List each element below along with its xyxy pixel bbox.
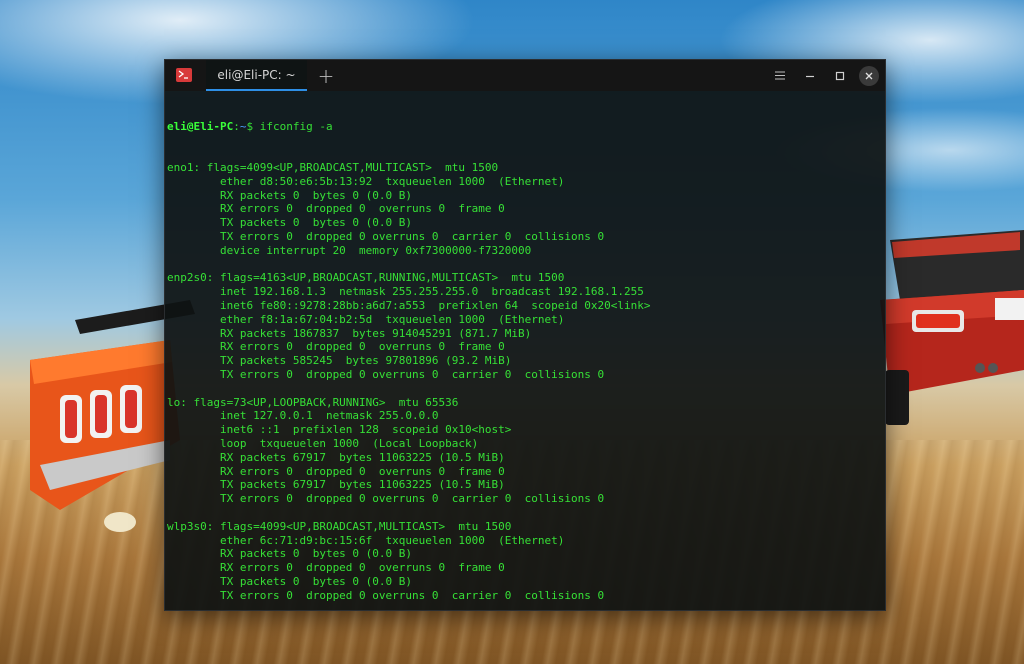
- output-line: RX packets 1867837 bytes 914045291 (871.…: [167, 326, 532, 340]
- close-icon: [865, 72, 873, 79]
- output-line: RX errors 0 dropped 0 overruns 0 frame 0: [167, 202, 505, 216]
- output-line: RX errors 0 dropped 0 overruns 0 frame 0: [167, 340, 505, 354]
- output-line: RX errors 0 dropped 0 overruns 0 frame 0: [167, 464, 505, 478]
- output-line: RX errors 0 dropped 0 overruns 0 frame 0: [167, 561, 505, 575]
- output-line: wlp3s0: flags=4099<UP,BROADCAST,MULTICAS…: [167, 519, 512, 533]
- command-line: eli@Eli-PC:~$ ifconfig -a: [167, 120, 881, 134]
- output-line: enp2s0: flags=4163<UP,BROADCAST,RUNNING,…: [167, 271, 565, 285]
- titlebar-spacer[interactable]: [343, 60, 765, 91]
- prompt-user: eli@Eli-PC: [167, 119, 234, 133]
- maximize-icon: [835, 71, 845, 80]
- tab-title: eli@Eli-PC: ~: [217, 67, 296, 82]
- output-line: ether f8:1a:67:04:b2:5d txqueuelen 1000 …: [167, 312, 565, 326]
- output-line: TX errors 0 dropped 0 overruns 0 carrier…: [167, 588, 605, 602]
- command-text: ifconfig -a: [259, 119, 333, 133]
- menu-button[interactable]: [765, 60, 795, 91]
- output-line: inet6 fe80::9278:28bb:a6d7:a553 prefixle…: [167, 298, 651, 312]
- tab-terminal[interactable]: eli@Eli-PC: ~: [206, 60, 307, 91]
- output-line: TX packets 67917 bytes 11063225 (10.5 Mi…: [167, 478, 505, 492]
- output-line: TX errors 0 dropped 0 overruns 0 carrier…: [167, 229, 605, 243]
- terminal-icon: [176, 68, 192, 82]
- hamburger-menu-icon: [775, 71, 785, 80]
- command-output: eno1: flags=4099<UP,BROADCAST,MULTICAST>…: [167, 161, 881, 606]
- prompt-suffix: $: [246, 119, 260, 133]
- terminal-window: eli@Eli-PC: ~ + eli@Eli-PC:~$ ifconfig -…: [164, 59, 886, 611]
- minimize-button[interactable]: [795, 60, 825, 91]
- output-line: TX packets 0 bytes 0 (0.0 B): [167, 574, 413, 588]
- output-line: inet6 ::1 prefixlen 128 scopeid 0x10<hos…: [167, 423, 512, 437]
- terminal-output[interactable]: eli@Eli-PC:~$ ifconfig -a eno1: flags=40…: [167, 92, 881, 606]
- output-line: ether d8:50:e6:5b:13:92 txqueuelen 1000 …: [167, 174, 565, 188]
- prompt-separator: :: [233, 119, 240, 133]
- output-line: TX errors 0 dropped 0 overruns 0 carrier…: [167, 492, 605, 506]
- minimize-icon: [806, 75, 814, 77]
- output-line: device interrupt 20 memory 0xf7300000-f7…: [167, 243, 532, 257]
- output-line: RX packets 0 bytes 0 (0.0 B): [167, 547, 413, 561]
- maximize-button[interactable]: [825, 60, 855, 91]
- output-line: ether 6c:71:d9:bc:15:6f txqueuelen 1000 …: [167, 533, 565, 547]
- output-line: TX errors 0 dropped 0 overruns 0 carrier…: [167, 367, 605, 381]
- output-line: eno1: flags=4099<UP,BROADCAST,MULTICAST>…: [167, 160, 499, 174]
- output-line: inet 127.0.0.1 netmask 255.0.0.0: [167, 409, 439, 423]
- output-line: loop txqueuelen 1000 (Local Loopback): [167, 436, 479, 450]
- plus-icon: +: [317, 63, 335, 88]
- output-line: RX packets 67917 bytes 11063225 (10.5 Mi…: [167, 450, 505, 464]
- terminal-titlebar[interactable]: eli@Eli-PC: ~ +: [165, 60, 885, 91]
- output-line: lo: flags=73<UP,LOOPBACK,RUNNING> mtu 65…: [167, 395, 459, 409]
- output-line: RX packets 0 bytes 0 (0.0 B): [167, 188, 413, 202]
- output-line: TX packets 585245 bytes 97801896 (93.2 M…: [167, 354, 512, 368]
- output-line: inet 192.168.1.3 netmask 255.255.255.0 b…: [167, 285, 644, 299]
- close-button[interactable]: [859, 65, 879, 86]
- output-line: TX packets 0 bytes 0 (0.0 B): [167, 216, 413, 230]
- new-tab-button[interactable]: +: [309, 60, 343, 91]
